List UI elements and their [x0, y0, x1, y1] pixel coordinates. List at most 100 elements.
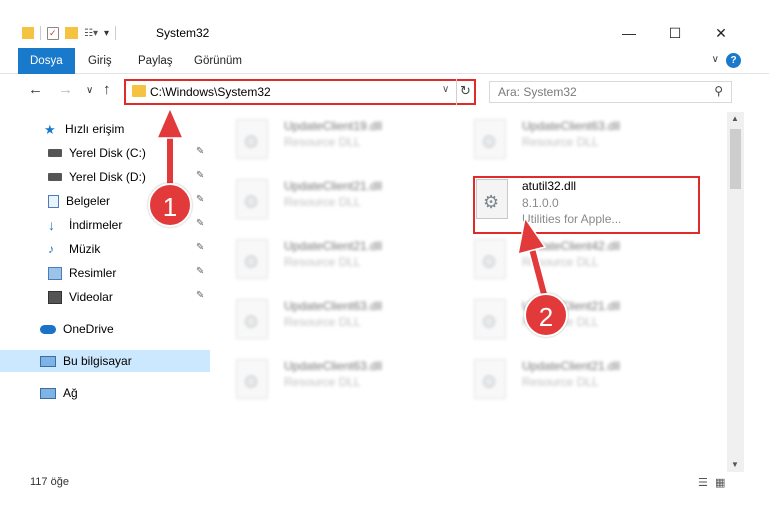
file-item[interactable]: ⚙ UpdateClient21.dll Resource DLL [460, 352, 688, 410]
pin-icon[interactable]: ✎ [196, 146, 204, 157]
sidebar-item-label: Videolar [69, 290, 113, 304]
tab-file[interactable]: Dosya [18, 48, 75, 74]
separator [115, 26, 117, 40]
cloud-icon [40, 324, 56, 334]
documents-icon [48, 194, 59, 208]
sidebar-item-videos[interactable]: Videolar ✎ [0, 286, 210, 308]
tab-share[interactable]: Paylaş [126, 48, 185, 74]
sidebar-item-label: Yerel Disk (D:) [69, 170, 146, 184]
sidebar-item-onedrive[interactable]: OneDrive [0, 318, 210, 340]
address-path[interactable]: C:\Windows\System32 [150, 85, 271, 99]
back-arrow-icon[interactable]: ← [28, 81, 43, 98]
pin-icon[interactable]: ✎ [196, 290, 204, 301]
file-description: Resource DLL [284, 135, 361, 149]
search-icon[interactable]: ⚲ [714, 84, 723, 98]
file-highlight-box [473, 176, 700, 234]
sidebar-item-music[interactable]: ♪ Müzik ✎ [0, 238, 210, 260]
navigation-bar: ← → ∨ ↑ C:\Windows\System32 ∨ ↻ Ara: Sys… [0, 76, 769, 108]
search-input[interactable]: Ara: System32 ⚲ [489, 81, 732, 103]
ribbon-expand-icon[interactable]: ∨ [712, 54, 719, 65]
help-icon[interactable]: ? [726, 53, 741, 68]
customize-toolbar-icon[interactable]: ☷▾ [84, 28, 98, 39]
forward-arrow-icon[interactable]: → [58, 81, 73, 98]
sidebar-item-pictures[interactable]: Resimler ✎ [0, 262, 210, 284]
file-item[interactable]: ⚙ UpdateClient63.dll Resource DLL [460, 112, 688, 170]
item-count: 117 öğe [30, 476, 69, 488]
sidebar-item-network[interactable]: Ağ [0, 382, 210, 404]
pictures-icon [48, 266, 62, 280]
minimize-button[interactable]: — [606, 20, 652, 46]
maximize-button[interactable]: ☐ [652, 20, 698, 46]
file-name: UpdateClient21.dll [284, 239, 383, 253]
pin-icon[interactable]: ✎ [196, 218, 204, 229]
folder-icon [22, 27, 34, 39]
file-item[interactable]: ⚙ UpdateClient63.dll Resource DLL [222, 352, 450, 410]
tab-view[interactable]: Görünüm [182, 48, 254, 74]
pin-icon[interactable]: ✎ [196, 170, 204, 181]
file-name: UpdateClient63.dll [284, 299, 383, 313]
tab-home[interactable]: Giriş [76, 48, 124, 74]
details-view-icon[interactable]: ☰ [698, 477, 708, 489]
sidebar-item-quick-access[interactable]: ★ Hızlı erişim [0, 118, 210, 140]
vertical-scrollbar[interactable]: ▲ ▼ [727, 112, 744, 472]
new-folder-icon[interactable] [65, 27, 78, 39]
refresh-icon[interactable]: ↻ [456, 79, 474, 105]
file-description: Resource DLL [284, 195, 361, 209]
search-placeholder: Ara: System32 [498, 85, 577, 99]
sidebar-item-label: İndirmeler [69, 218, 123, 232]
sidebar-item-local-disk-c[interactable]: Yerel Disk (C:) ✎ [0, 142, 210, 164]
step-2-badge: 2 [524, 293, 568, 337]
folder-icon [132, 85, 146, 97]
file-description: Resource DLL [284, 375, 361, 389]
file-name: UpdateClient21.dll [522, 359, 621, 373]
file-item[interactable]: ⚙ UpdateClient21.dll Resource DLL [222, 172, 450, 230]
file-name: UpdateClient21.dll [284, 179, 383, 193]
pin-icon[interactable]: ✎ [196, 194, 204, 205]
sidebar-item-label: Resimler [69, 266, 117, 280]
qa-dropdown-icon[interactable]: ▾ [104, 28, 109, 39]
dll-file-icon: ⚙ [236, 179, 268, 219]
scroll-up-icon[interactable]: ▲ [731, 114, 739, 123]
file-item[interactable]: ⚙ UpdateClient21.dll Resource DLL [222, 232, 450, 290]
scroll-down-icon[interactable]: ▼ [731, 460, 739, 469]
music-icon: ♪ [48, 241, 54, 256]
recent-locations-icon[interactable]: ∨ [86, 85, 93, 96]
close-button[interactable]: ✕ [698, 20, 744, 46]
quick-access-toolbar: ✓ ☷▾ ▾ [22, 24, 117, 42]
title-bar: ✓ ☷▾ ▾ System32 — ☐ ✕ [0, 0, 769, 46]
file-description: Resource DLL [522, 375, 599, 389]
drive-icon [48, 149, 62, 157]
sidebar-item-label: Ağ [63, 386, 78, 400]
drive-icon [48, 173, 62, 181]
dll-file-icon: ⚙ [474, 359, 506, 399]
file-item[interactable]: ⚙ UpdateClient19.dll Resource DLL [222, 112, 450, 170]
sidebar-item-label: OneDrive [63, 322, 114, 336]
window-title: System32 [156, 26, 210, 40]
address-dropdown-icon[interactable]: ∨ [442, 84, 449, 95]
separator [40, 26, 41, 40]
view-toggle: ☰ ▦ [698, 476, 725, 489]
file-item[interactable]: ⚙ UpdateClient42.dll Resource DLL [460, 232, 688, 290]
sidebar-item-this-pc[interactable]: Bu bilgisayar [0, 350, 210, 372]
properties-icon[interactable]: ✓ [47, 26, 59, 40]
dll-file-icon: ⚙ [474, 119, 506, 159]
sidebar-item-label: Müzik [69, 242, 101, 256]
dll-file-icon: ⚙ [236, 239, 268, 279]
scrollbar-thumb[interactable] [730, 129, 741, 189]
dll-file-icon: ⚙ [474, 299, 506, 339]
large-icons-view-icon[interactable]: ▦ [715, 477, 725, 489]
ribbon-tabs: Dosya Giriş Paylaş Görünüm ∨ ? [0, 48, 769, 74]
file-item[interactable]: ⚙ UpdateClient63.dll Resource DLL [222, 292, 450, 350]
pin-icon[interactable]: ✎ [196, 242, 204, 253]
pin-icon[interactable]: ✎ [196, 266, 204, 277]
address-bar[interactable]: C:\Windows\System32 ∨ ↻ [124, 79, 476, 105]
up-arrow-icon[interactable]: ↑ [103, 81, 111, 98]
file-item[interactable]: ⚙ UpdateClient21.dll Resource DLL [460, 292, 688, 350]
file-name: UpdateClient63.dll [284, 359, 383, 373]
step-1-badge: 1 [148, 183, 192, 227]
sidebar-item-label: Yerel Disk (C:) [69, 146, 146, 160]
file-list: ⚙ UpdateClient19.dll Resource DLL ⚙ Upda… [222, 112, 727, 472]
download-icon: ↓ [48, 216, 55, 233]
star-icon: ★ [44, 121, 56, 137]
navigation-pane: ★ Hızlı erişim Yerel Disk (C:) ✎ Yerel D… [0, 112, 210, 472]
